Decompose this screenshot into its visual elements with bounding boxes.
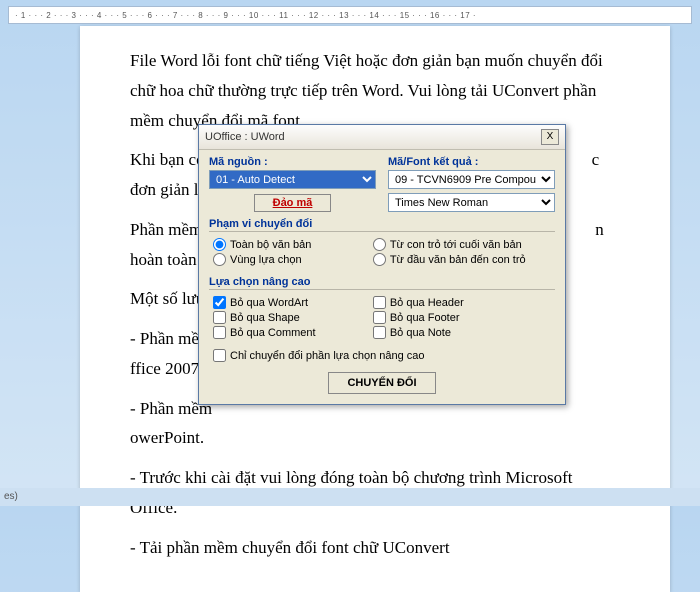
target-label: Mã/Font kết quả : (388, 156, 555, 168)
source-label: Mã nguồn : (209, 156, 376, 168)
radio-start-to-cursor[interactable]: Từ đầu văn bản đến con trỏ (373, 253, 555, 266)
dialog-title: UOffice : UWord (205, 131, 285, 143)
radio-cursor-to-end[interactable]: Từ con trỏ tới cuối văn bản (373, 238, 555, 251)
horizontal-ruler: · 1 · · · 2 · · · 3 · · · 4 · · · 5 · · … (8, 6, 692, 24)
check-skip-shape[interactable]: Bỏ qua Shape (213, 311, 365, 324)
target-encoding-select[interactable]: 09 - TCVN6909 Pre Compound (388, 170, 555, 189)
advanced-group-label: Lựa chọn nâng cao (209, 276, 555, 290)
check-skip-header[interactable]: Bỏ qua Header (373, 296, 555, 309)
paragraph[interactable]: File Word lỗi font chữ tiếng Việt hoặc đ… (130, 46, 620, 135)
check-skip-note[interactable]: Bỏ qua Note (373, 326, 555, 339)
scope-group: Toàn bộ văn bản Từ con trỏ tới cuối văn … (209, 236, 555, 270)
uoffice-dialog: UOffice : UWord X Mã nguồn : 01 - Auto D… (198, 124, 566, 405)
radio-selection[interactable]: Vùng lựa chọn (213, 253, 365, 266)
scope-group-label: Phạm vi chuyển đổi (209, 218, 555, 232)
advanced-group: Bỏ qua WordArt Bỏ qua Header Bỏ qua Shap… (209, 294, 555, 343)
check-advanced-only[interactable]: Chỉ chuyển đổi phần lựa chọn nâng cao (213, 349, 555, 362)
radio-all-text[interactable]: Toàn bộ văn bản (213, 238, 365, 251)
check-skip-footer[interactable]: Bỏ qua Footer (373, 311, 555, 324)
paragraph[interactable]: - Tải phần mềm chuyển đổi font chữ UConv… (130, 533, 620, 563)
source-encoding-select[interactable]: 01 - Auto Detect (209, 170, 376, 189)
ruler-text: · 1 · · · 2 · · · 3 · · · 4 · · · 5 · · … (15, 11, 476, 20)
convert-button[interactable]: CHUYỂN ĐỔI (328, 372, 435, 394)
swap-button[interactable]: Đảo mã (254, 194, 332, 212)
titlebar[interactable]: UOffice : UWord X (199, 125, 565, 150)
check-skip-comment[interactable]: Bỏ qua Comment (213, 326, 365, 339)
statusbar: es) (0, 488, 700, 506)
check-skip-wordart[interactable]: Bỏ qua WordArt (213, 296, 365, 309)
font-select[interactable]: Times New Roman (388, 193, 555, 212)
close-button[interactable]: X (541, 129, 559, 145)
